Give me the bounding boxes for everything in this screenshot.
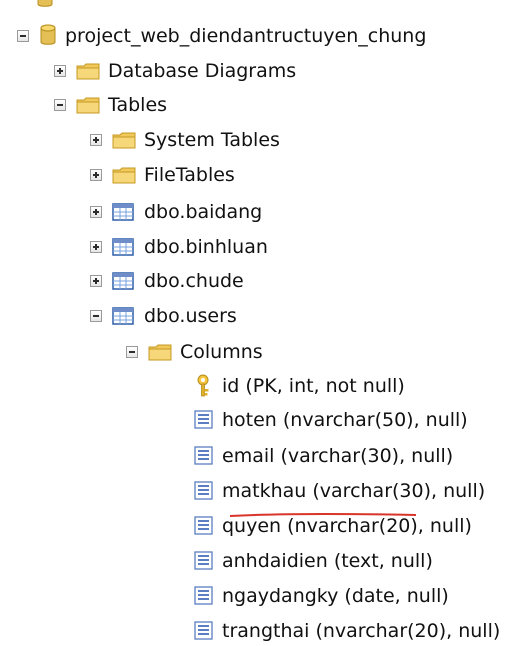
tree-node-label: FileTables — [144, 164, 235, 186]
column-label: id (PK, int, not null) — [222, 375, 405, 397]
database-icon — [39, 24, 57, 48]
table-icon — [112, 306, 136, 326]
collapse-toggle[interactable] — [126, 346, 138, 358]
column-label: hoten (nvarchar(50), null) — [222, 409, 468, 431]
expand-toggle[interactable] — [90, 241, 102, 253]
collapse-toggle[interactable] — [54, 99, 66, 111]
collapse-toggle[interactable] — [90, 310, 102, 322]
database-label: project_web_diendantructuyen_chung — [65, 25, 427, 47]
red-underline-annotation — [229, 512, 417, 517]
expand-toggle[interactable] — [90, 169, 102, 181]
expand-toggle[interactable] — [90, 134, 102, 146]
column-node-email[interactable]: email (varchar(30), null) — [194, 442, 453, 470]
column-node-id[interactable]: id (PK, int, not null) — [194, 372, 405, 400]
database-node[interactable]: project_web_diendantructuyen_chung — [17, 22, 426, 50]
tree-node-columns[interactable]: Columns — [126, 338, 263, 366]
key-icon — [194, 374, 214, 398]
folder-icon — [112, 166, 136, 184]
column-icon — [194, 410, 214, 430]
expand-toggle[interactable] — [90, 206, 102, 218]
expand-toggle[interactable] — [90, 275, 102, 287]
tree-node-label: Database Diagrams — [108, 60, 297, 82]
tree-node-dbo-users[interactable]: dbo.users — [90, 302, 237, 330]
tree-node-dbo-chude[interactable]: dbo.chude — [90, 267, 244, 295]
tree-node-label: System Tables — [144, 129, 280, 151]
column-icon — [194, 516, 214, 536]
table-icon — [112, 271, 136, 291]
tree-node-tables[interactable]: Tables — [54, 91, 167, 119]
folder-icon — [112, 131, 136, 149]
tree-node-system-tables[interactable]: System Tables — [90, 126, 280, 154]
tree-node-label: dbo.baidang — [144, 201, 263, 223]
column-node-matkhau[interactable]: matkhau (varchar(30), null) — [194, 477, 485, 505]
table-icon — [112, 202, 136, 222]
collapse-toggle[interactable] — [17, 30, 29, 42]
column-label: trangthai (nvarchar(20), null) — [222, 620, 501, 642]
column-node-hoten[interactable]: hoten (nvarchar(50), null) — [194, 406, 468, 434]
column-node-anhdaidien[interactable]: anhdaidien (text, null) — [194, 547, 433, 575]
column-icon — [194, 586, 214, 606]
tree-node-database-diagrams[interactable]: Database Diagrams — [54, 57, 296, 85]
tree-node-label: Columns — [180, 341, 263, 363]
tree-partial-top-row — [36, 0, 62, 12]
column-icon — [194, 481, 214, 501]
expand-toggle[interactable] — [54, 65, 66, 77]
column-label: matkhau (varchar(30), null) — [222, 480, 486, 502]
folder-icon — [148, 343, 172, 361]
tree-node-label: dbo.chude — [144, 270, 244, 292]
column-label: email (varchar(30), null) — [222, 445, 454, 467]
column-label: anhdaidien (text, null) — [222, 550, 433, 572]
column-icon — [194, 446, 214, 466]
tree-node-label: dbo.users — [144, 305, 237, 327]
tree-node-label: dbo.binhluan — [144, 236, 268, 258]
column-label: ngaydangky (date, null) — [222, 585, 449, 607]
tree-node-dbo-baidang[interactable]: dbo.baidang — [90, 198, 262, 226]
column-node-trangthai[interactable]: trangthai (nvarchar(20), null) — [194, 617, 500, 645]
object-explorer-tree: project_web_diendantructuyen_chung Datab… — [0, 0, 530, 646]
database-icon — [36, 0, 54, 10]
column-icon — [194, 621, 214, 641]
tree-node-filetables[interactable]: FileTables — [90, 161, 235, 189]
folder-icon — [76, 96, 100, 114]
tree-node-dbo-binhluan[interactable]: dbo.binhluan — [90, 233, 268, 261]
tree-node-label: Tables — [108, 94, 168, 116]
table-icon — [112, 237, 136, 257]
column-node-ngaydangky[interactable]: ngaydangky (date, null) — [194, 582, 449, 610]
column-icon — [194, 551, 214, 571]
folder-icon — [76, 62, 100, 80]
